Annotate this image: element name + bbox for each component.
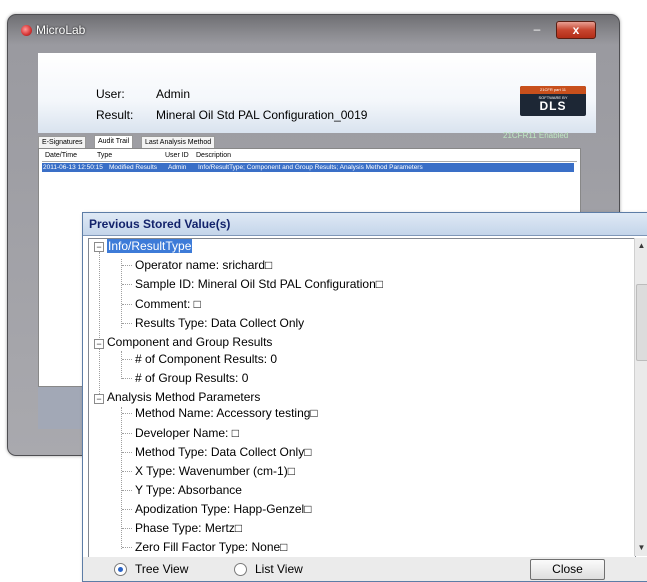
- values-tree: − Info/ResultType Operator name: srichar…: [88, 238, 636, 558]
- tree-connector: [122, 323, 132, 324]
- tree-connector: [122, 304, 132, 305]
- result-value: Mineral Oil Std PAL Configuration_0019: [156, 108, 368, 122]
- window-title: MicroLab: [36, 23, 86, 37]
- tree-connector: [122, 528, 132, 529]
- cfr-status: 21CFR11 Enabled: [503, 131, 569, 140]
- tree-connector: [122, 547, 132, 548]
- column-header-description: Description: [196, 152, 232, 159]
- tree-connector: [122, 433, 132, 434]
- collapse-toggle-component[interactable]: −: [94, 339, 104, 349]
- radio-selected-dot: [118, 567, 123, 572]
- tree-leaf-developer-name[interactable]: Developer Name: □: [135, 426, 239, 440]
- collapse-toggle-analysis[interactable]: −: [94, 394, 104, 404]
- tree-leaf-comment[interactable]: Comment: □: [135, 297, 201, 311]
- tree-connector: [122, 359, 132, 360]
- scroll-up-icon[interactable]: ▲: [636, 240, 647, 252]
- list-view-label[interactable]: List View: [255, 562, 303, 576]
- table-row[interactable]: 2011-06-13 12:50:15 Modified Results Adm…: [42, 163, 574, 172]
- scrollbar-thumb[interactable]: [636, 284, 647, 361]
- scroll-down-icon[interactable]: ▼: [636, 542, 647, 554]
- header-divider: [42, 161, 577, 162]
- dls-logo: 21CFR part 11 SOFTWARE BY DLS: [520, 86, 586, 116]
- tree-leaf-group-results[interactable]: # of Group Results: 0: [135, 371, 248, 385]
- tree-leaf-phase-type[interactable]: Phase Type: Mertz□: [135, 521, 242, 535]
- minimize-button[interactable]: –: [526, 23, 548, 38]
- tree-leaf-component-results[interactable]: # of Component Results: 0: [135, 352, 277, 366]
- tree-connector: [122, 378, 132, 379]
- tree-connector: [122, 471, 132, 472]
- tree-branch-line-2: [121, 351, 122, 379]
- tree-leaf-zero-fill-factor-type[interactable]: Zero Fill Factor Type: None□: [135, 540, 287, 554]
- tree-leaf-method-name[interactable]: Method Name: Accessory testing□: [135, 406, 318, 420]
- tree-connector: [122, 490, 132, 491]
- tree-leaf-x-type[interactable]: X Type: Wavenumber (cm-1)□: [135, 464, 295, 478]
- tree-node-analysis-method-parameters[interactable]: Analysis Method Parameters: [107, 390, 260, 404]
- tree-connector: [122, 452, 132, 453]
- tree-root-line: [99, 252, 100, 404]
- tree-connector: [122, 265, 132, 266]
- dialog-footer: Tree View List View Close: [83, 557, 647, 581]
- user-label: User:: [96, 87, 125, 101]
- tree-leaf-sample-id[interactable]: Sample ID: Mineral Oil Std PAL Configura…: [135, 277, 383, 291]
- list-view-radio[interactable]: [234, 563, 247, 576]
- tree-connector: [122, 284, 132, 285]
- tree-view-label[interactable]: Tree View: [135, 562, 188, 576]
- column-header-datetime: Date/Time: [45, 152, 78, 159]
- tree-node-info-resulttype[interactable]: Info/ResultType: [107, 239, 193, 253]
- column-header-type: Type: [97, 152, 113, 159]
- tree-branch-line-1: [121, 259, 122, 328]
- user-value: Admin: [156, 87, 191, 101]
- result-label: Result:: [96, 108, 134, 122]
- tree-connector: [122, 413, 132, 414]
- tree-leaf-y-type[interactable]: Y Type: Absorbance: [135, 483, 242, 497]
- tree-leaf-apodization-type[interactable]: Apodization Type: Happ-Genzel□: [135, 502, 311, 516]
- dialog-title-bar: Previous Stored Value(s): [83, 213, 647, 236]
- dls-logo-top: 21CFR part 11: [520, 86, 586, 94]
- previous-values-dialog: Previous Stored Value(s) − Info/ResultTy…: [82, 212, 647, 582]
- row-description: Info/ResultType; Component and Group Res…: [198, 164, 423, 171]
- tree-leaf-results-type[interactable]: Results Type: Data Collect Only: [135, 316, 304, 330]
- tree-leaf-method-type[interactable]: Method Type: Data Collect Only□: [135, 445, 311, 459]
- tree-node-component-group-results[interactable]: Component and Group Results: [107, 335, 272, 349]
- tree-leaf-operator-name[interactable]: Operator name: srichard□: [135, 258, 272, 272]
- row-datetime: 2011-06-13 12:50:15: [43, 164, 103, 171]
- tree-scrollbar[interactable]: ▲ ▼: [634, 238, 647, 556]
- tree-view-radio[interactable]: [114, 563, 127, 576]
- app-icon: [21, 25, 32, 36]
- collapse-toggle-info[interactable]: −: [94, 242, 104, 252]
- row-type: Modified Results: [109, 164, 158, 171]
- tree-connector: [122, 509, 132, 510]
- column-header-user-id: User ID: [165, 152, 189, 159]
- dls-logo-main: DLS: [539, 99, 567, 113]
- close-button[interactable]: Close: [530, 559, 605, 580]
- row-user: Admin: [168, 164, 187, 171]
- window-close-button[interactable]: x: [556, 21, 596, 39]
- dialog-title: Previous Stored Value(s): [89, 217, 231, 231]
